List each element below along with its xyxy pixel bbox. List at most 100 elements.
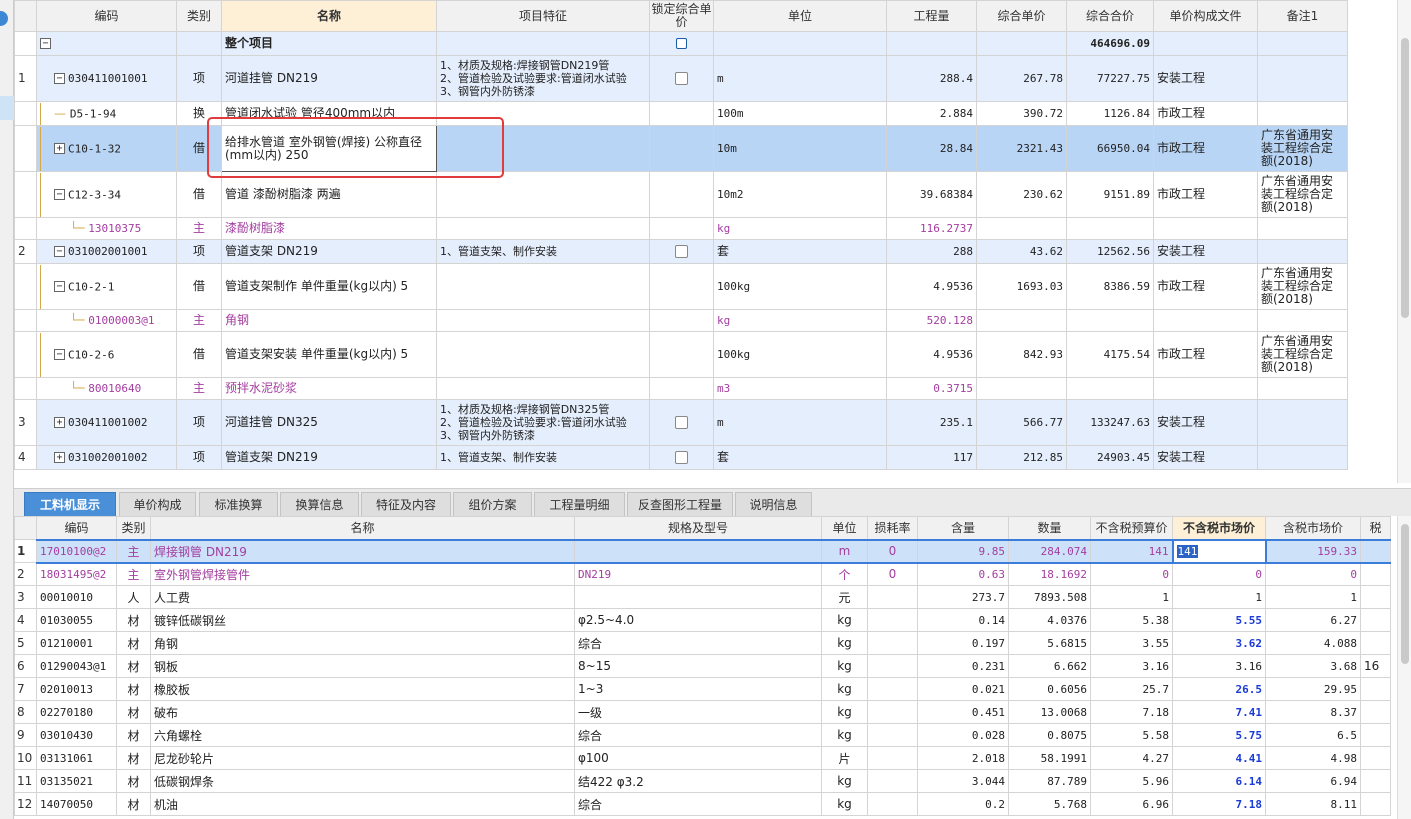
- type-cell[interactable]: 材: [116, 631, 151, 655]
- unit-cell[interactable]: kg: [713, 217, 887, 240]
- lock-checkbox[interactable]: [649, 445, 714, 470]
- note-cell[interactable]: [1257, 445, 1348, 470]
- tax-cell[interactable]: [1360, 677, 1391, 701]
- col-header-qty[interactable]: 工程量: [886, 0, 977, 32]
- price-cell[interactable]: 267.78: [976, 55, 1067, 102]
- loss-cell[interactable]: [867, 654, 918, 678]
- type-cell[interactable]: 材: [116, 746, 151, 770]
- code-cell[interactable]: 01290043@1: [36, 654, 117, 678]
- quantity-cell[interactable]: 18.1692: [1008, 562, 1091, 586]
- unit-cell[interactable]: 100kg: [713, 331, 887, 378]
- taxed-price-cell[interactable]: 159.33: [1265, 538, 1361, 564]
- code-cell[interactable]: 03010430: [36, 723, 117, 747]
- note-cell[interactable]: 广东省通用安装工程综合定额(2018): [1257, 331, 1348, 378]
- feature-cell[interactable]: 1、管道支架、制作安装: [436, 239, 650, 264]
- tab-features-content[interactable]: 特征及内容: [361, 492, 451, 517]
- unit-cell[interactable]: 10m2: [713, 171, 887, 218]
- market-price-cell[interactable]: 7.18: [1172, 792, 1266, 816]
- qty-cell[interactable]: 4.9536: [886, 263, 977, 310]
- content-cell[interactable]: 0.2: [917, 792, 1009, 816]
- note-cell[interactable]: [1257, 101, 1348, 126]
- taxed-price-cell[interactable]: 29.95: [1265, 677, 1361, 701]
- col-header-name[interactable]: 名称: [221, 0, 437, 32]
- checkbox-icon[interactable]: [675, 416, 688, 429]
- table-row[interactable]: 2 −031002001001 项 管道支架 DN219 1、管道支架、制作安装…: [14, 239, 1348, 264]
- quantity-cell[interactable]: 0.8075: [1008, 723, 1091, 747]
- col-header-content[interactable]: 含量: [917, 516, 1009, 540]
- code-cell[interactable]: 18031495@2: [36, 562, 117, 586]
- table-row[interactable]: 9 03010430 材 六角螺栓 综合 kg 0.028 0.8075 5.5…: [14, 723, 1391, 747]
- quantity-cell[interactable]: 5.6815: [1008, 631, 1091, 655]
- type-cell[interactable]: 主: [176, 309, 222, 332]
- content-cell[interactable]: 0.021: [917, 677, 1009, 701]
- file-cell[interactable]: 安装工程: [1153, 239, 1258, 264]
- quantity-cell[interactable]: 6.662: [1008, 654, 1091, 678]
- file-cell[interactable]: 市政工程: [1153, 125, 1258, 172]
- name-cell[interactable]: 河道挂管 DN219: [221, 55, 437, 102]
- market-price-cell[interactable]: 26.5: [1172, 677, 1266, 701]
- market-price-cell[interactable]: 5.55: [1172, 608, 1266, 632]
- spec-cell[interactable]: [574, 538, 822, 564]
- tax-cell[interactable]: [1360, 700, 1391, 724]
- feature-cell[interactable]: [436, 171, 650, 218]
- file-cell[interactable]: 安装工程: [1153, 55, 1258, 102]
- code-cell[interactable]: − C10-2-6: [36, 331, 177, 378]
- table-row[interactable]: 3 +030411001002 项 河道挂管 DN325 1、材质及规格:焊接钢…: [14, 399, 1348, 446]
- unit-cell[interactable]: kg: [821, 631, 868, 655]
- table-row[interactable]: 1 −030411001001 项 河道挂管 DN219 1、材质及规格:焊接钢…: [14, 55, 1348, 102]
- type-cell[interactable]: 换: [176, 101, 222, 126]
- col-header-unit[interactable]: 单位: [713, 0, 887, 32]
- feature-cell[interactable]: [436, 377, 650, 400]
- table-row[interactable]: 10 03131061 材 尼龙砂轮片 φ100 片 2.018 58.1991…: [14, 746, 1391, 770]
- taxed-price-cell[interactable]: 4.088: [1265, 631, 1361, 655]
- budget-price-cell[interactable]: 3.16: [1090, 654, 1173, 678]
- quantity-cell[interactable]: 7893.508: [1008, 585, 1091, 609]
- code-cell[interactable]: − C12-3-34: [36, 171, 177, 218]
- market-price-cell[interactable]: 1: [1172, 585, 1266, 609]
- feature-cell[interactable]: [436, 263, 650, 310]
- name-cell[interactable]: 室外钢管焊接管件: [150, 562, 575, 586]
- type-cell[interactable]: 借: [176, 331, 222, 378]
- file-cell[interactable]: [1153, 309, 1258, 332]
- market-price-cell[interactable]: 6.14: [1172, 769, 1266, 793]
- market-price-input[interactable]: 141: [1171, 538, 1267, 564]
- collapse-icon[interactable]: −: [40, 38, 51, 49]
- file-cell[interactable]: 市政工程: [1153, 263, 1258, 310]
- spec-cell[interactable]: 8~15: [574, 654, 822, 678]
- budget-price-cell[interactable]: 7.18: [1090, 700, 1173, 724]
- name-cell[interactable]: 橡胶板: [150, 677, 575, 701]
- price-cell[interactable]: 390.72: [976, 101, 1067, 126]
- content-cell[interactable]: 0.451: [917, 700, 1009, 724]
- unit-cell[interactable]: 片: [821, 746, 868, 770]
- tax-cell[interactable]: [1360, 538, 1391, 564]
- bottom-vertical-scrollbar[interactable]: [1397, 516, 1411, 819]
- feature-cell[interactable]: [436, 217, 650, 240]
- unit-cell[interactable]: kg: [821, 608, 868, 632]
- scrollbar-thumb[interactable]: [1401, 38, 1409, 318]
- file-cell[interactable]: [1153, 377, 1258, 400]
- checkbox-icon[interactable]: [676, 38, 687, 49]
- tax-cell[interactable]: [1360, 631, 1391, 655]
- table-row[interactable]: └─ 01000003@1 主 角钢 kg 520.128: [14, 309, 1348, 332]
- taxed-price-cell[interactable]: 4.98: [1265, 746, 1361, 770]
- table-row[interactable]: 4 +031002001002 项 管道支架 DN219 1、管道支架、制作安装…: [14, 445, 1348, 470]
- table-row[interactable]: └─ 13010375 主 漆酚树脂漆 kg 116.2737: [14, 217, 1348, 240]
- code-cell[interactable]: +031002001002: [36, 445, 177, 470]
- budget-price-cell[interactable]: 6.96: [1090, 792, 1173, 816]
- table-row[interactable]: 5 01210001 材 角钢 综合 kg 0.197 5.6815 3.55 …: [14, 631, 1391, 655]
- tax-cell[interactable]: 16: [1360, 654, 1391, 678]
- name-cell[interactable]: 机油: [150, 792, 575, 816]
- col-header-spec[interactable]: 规格及型号: [574, 516, 822, 540]
- unit-cell[interactable]: 个: [821, 562, 868, 586]
- loss-cell[interactable]: [867, 631, 918, 655]
- table-row[interactable]: 4 01030055 材 镀锌低碳钢丝 φ2.5~4.0 kg 0.14 4.0…: [14, 608, 1391, 632]
- col-header-lock-price[interactable]: 锁定综合单价: [649, 0, 714, 32]
- taxed-price-cell[interactable]: 6.5: [1265, 723, 1361, 747]
- code-cell[interactable]: └─ 80010640: [36, 377, 177, 400]
- code-cell[interactable]: 02270180: [36, 700, 117, 724]
- qty-cell[interactable]: 288.4: [886, 55, 977, 102]
- name-cell[interactable]: 人工费: [150, 585, 575, 609]
- tax-cell[interactable]: [1360, 585, 1391, 609]
- type-cell[interactable]: 材: [116, 769, 151, 793]
- unit-cell[interactable]: kg: [821, 723, 868, 747]
